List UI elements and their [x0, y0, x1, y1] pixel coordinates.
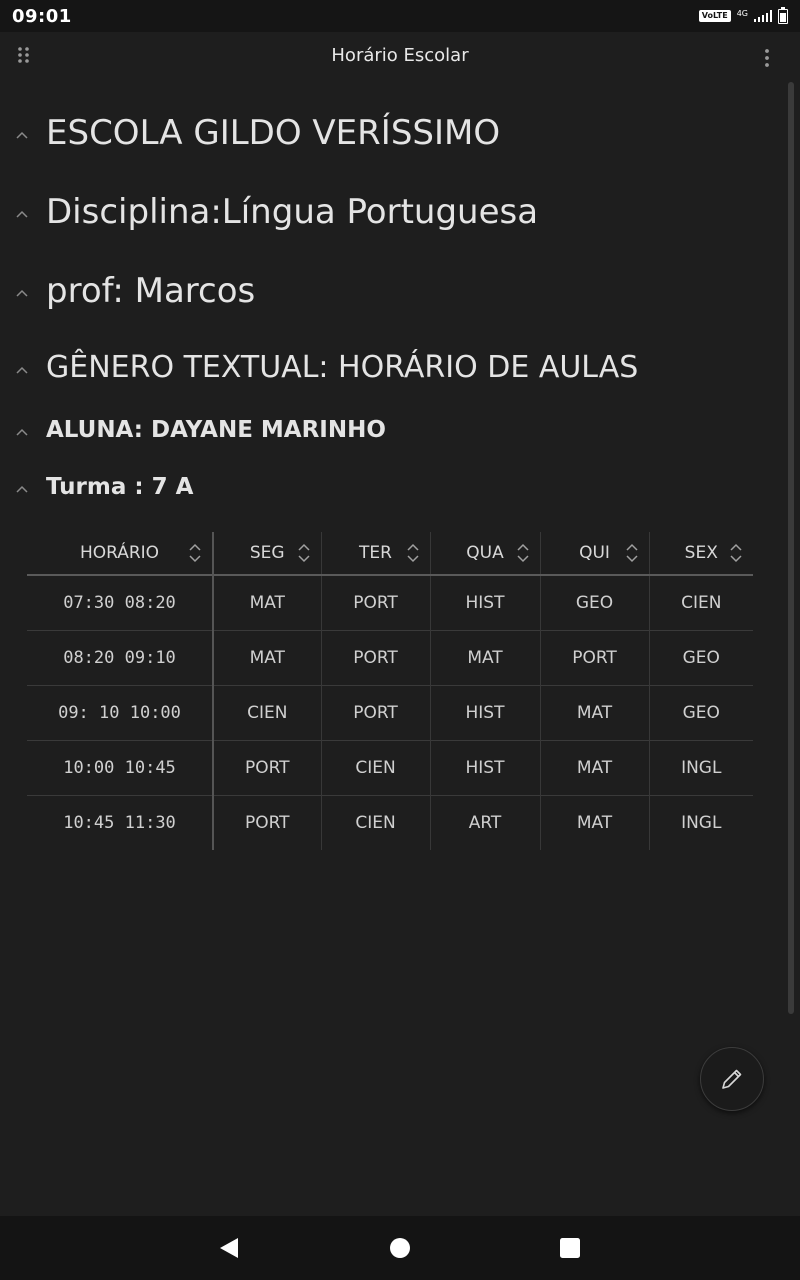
table-cell: GEO — [648, 685, 753, 741]
table-cell: INGL — [648, 740, 753, 796]
table-cell: CIEN — [212, 685, 321, 741]
sort-icon[interactable] — [406, 542, 420, 564]
sort-icon[interactable] — [625, 542, 639, 564]
heading-text: Turma : 7 A — [46, 474, 194, 500]
table-cell: HIST — [429, 575, 540, 631]
heading-text: ALUNA: DAYANE MARINHO — [46, 417, 386, 443]
drag-handle-icon[interactable] — [14, 45, 34, 65]
heading-text: ESCOLA GILDO VERÍSSIMO — [46, 113, 501, 153]
battery-icon — [778, 6, 788, 24]
edit-pencil-icon — [722, 1069, 742, 1089]
column-header-label: HORÁRIO — [79, 543, 160, 563]
table-cell: MAT — [212, 630, 321, 686]
chevron-up-icon — [16, 210, 28, 218]
table-cell-time: 08:20 09:10 — [63, 648, 176, 668]
table-row: 10:45 11:30 PORT CIEN ART MAT INGL — [27, 795, 753, 850]
table-cell: PORT — [320, 630, 430, 686]
table-cell-time: 10:00 10:45 — [63, 758, 176, 778]
volte-badge: VoLTE — [698, 10, 731, 22]
scrollbar[interactable] — [788, 82, 794, 1014]
table-row: 08:20 09:10 MAT PORT MAT PORT GEO — [27, 630, 753, 686]
table-cell: CIEN — [320, 795, 430, 850]
app-bar: Horário Escolar — [0, 32, 800, 78]
table-cell: ART — [429, 795, 540, 850]
table-header-row: HORÁRIO SEG TER QUA QUI SEX — [27, 532, 753, 575]
column-header-time[interactable]: HORÁRIO — [27, 532, 213, 575]
more-vert-icon[interactable] — [762, 47, 772, 69]
table-cell: GEO — [539, 575, 649, 631]
back-icon[interactable] — [218, 1236, 242, 1260]
table-cell: PORT — [320, 575, 430, 631]
app-title: Horário Escolar — [331, 44, 469, 66]
recents-icon[interactable] — [558, 1236, 582, 1260]
column-header-sex[interactable]: SEX — [648, 532, 753, 575]
sort-icon[interactable] — [297, 542, 311, 564]
table-cell-time: 10:45 11:30 — [63, 813, 176, 833]
heading-text: GÊNERO TEXTUAL: HORÁRIO DE AULAS — [46, 350, 639, 385]
edit-fab-button[interactable] — [700, 1047, 764, 1111]
column-header-label: TER — [359, 543, 392, 563]
table-cell: CIEN — [320, 740, 430, 796]
sort-icon[interactable] — [188, 542, 202, 564]
column-header-label: QUA — [466, 543, 504, 563]
table-cell: GEO — [648, 630, 753, 686]
column-header-qua[interactable]: QUA — [429, 532, 540, 575]
table-row: 07:30 08:20 MAT PORT HIST GEO CIEN — [27, 575, 753, 631]
network-type-label: 4G — [736, 8, 748, 18]
schedule-table: HORÁRIO SEG TER QUA QUI SEX 07:30 08:20 … — [27, 532, 753, 850]
column-header-label: SEG — [249, 543, 285, 563]
table-cell: MAT — [429, 630, 540, 686]
chevron-up-icon — [16, 289, 28, 297]
column-header-seg[interactable]: SEG — [212, 532, 321, 575]
table-cell-time: 09: 10 10:00 — [58, 703, 181, 723]
chevron-up-icon — [16, 485, 28, 493]
table-row: 09: 10 10:00 CIEN PORT HIST MAT GEO — [27, 685, 753, 741]
chevron-up-icon — [16, 428, 28, 436]
table-cell: HIST — [429, 685, 540, 741]
table-cell: PORT — [539, 630, 649, 686]
column-header-label: QUI — [579, 543, 610, 563]
table-cell: PORT — [320, 685, 430, 741]
status-icons: VoLTE 4G — [698, 6, 788, 24]
table-cell: MAT — [212, 575, 321, 631]
sort-icon[interactable] — [729, 542, 743, 564]
table-cell: CIEN — [648, 575, 753, 631]
table-cell-time: 07:30 08:20 — [63, 593, 176, 613]
table-cell: INGL — [648, 795, 753, 850]
column-header-ter[interactable]: TER — [320, 532, 430, 575]
screen: 09:01 VoLTE 4G Horário Escolar ESCOLA GI… — [0, 0, 800, 1280]
status-time: 09:01 — [12, 5, 72, 27]
sort-icon[interactable] — [516, 542, 530, 564]
home-icon[interactable] — [388, 1236, 412, 1260]
column-header-label: SEX — [684, 543, 718, 563]
heading-text: Disciplina:Língua Portuguesa — [46, 192, 539, 232]
table-cell: PORT — [212, 740, 321, 796]
heading-text: prof: Marcos — [46, 271, 256, 311]
chevron-up-icon — [16, 131, 28, 139]
table-cell: HIST — [429, 740, 540, 796]
table-cell: PORT — [212, 795, 321, 850]
table-cell: MAT — [539, 685, 649, 741]
table-row: 10:00 10:45 PORT CIEN HIST MAT INGL — [27, 740, 753, 796]
table-cell: MAT — [539, 795, 649, 850]
column-header-qui[interactable]: QUI — [539, 532, 649, 575]
chevron-up-icon — [16, 366, 28, 374]
status-bar: 09:01 VoLTE 4G — [0, 0, 800, 32]
table-cell: MAT — [539, 740, 649, 796]
signal-icon — [754, 10, 772, 22]
system-nav-bar — [0, 1216, 800, 1280]
